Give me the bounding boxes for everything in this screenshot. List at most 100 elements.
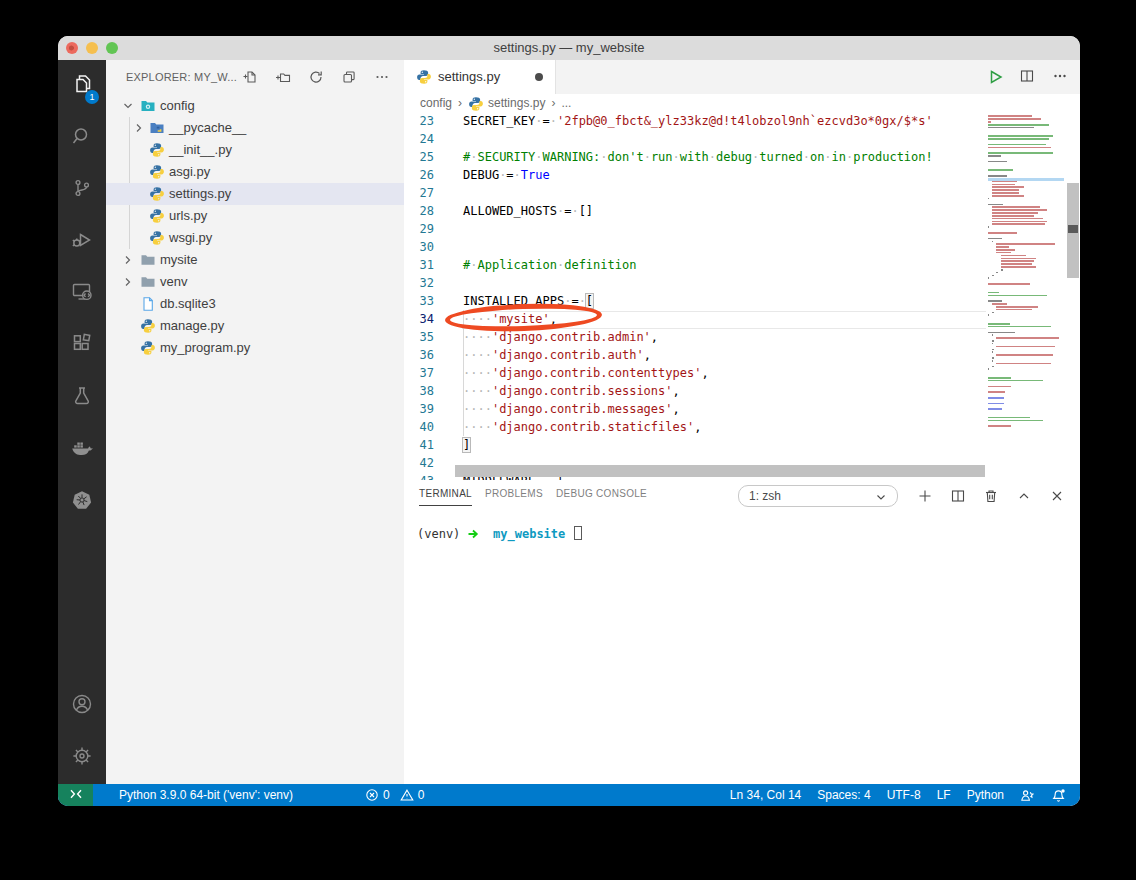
tree-item-settings-py[interactable]: settings.py <box>106 183 404 205</box>
code-line-28: 28ALLOWED_HOSTS·=·[] <box>404 202 1080 220</box>
breadcrumb-item[interactable]: settings.py <box>488 96 545 110</box>
tree-item-mysite[interactable]: mysite <box>106 249 404 271</box>
tab-settings-py[interactable]: settings.py <box>404 60 556 94</box>
error-icon <box>365 788 379 802</box>
activity-item-explorer[interactable]: 1 <box>58 60 106 112</box>
python-icon <box>149 230 165 246</box>
chevron-right-icon <box>120 252 136 268</box>
tree-item-label: config <box>160 98 195 114</box>
breadcrumb-item[interactable]: config <box>420 96 452 110</box>
status-eol[interactable]: LF <box>937 788 951 802</box>
python-file-icon <box>416 69 432 85</box>
activity-bar: 1 <box>58 60 106 784</box>
activity-item-kubernetes[interactable] <box>58 476 106 528</box>
kubernetes-icon <box>70 488 94 516</box>
split-terminal-button[interactable] <box>950 488 966 504</box>
line-number: 27 <box>404 184 434 202</box>
collapse-editors-icon[interactable] <box>341 69 357 85</box>
terminal-select-value: 1: zsh <box>749 489 781 503</box>
code-line-31: 31 #·Application·definition <box>404 256 1080 274</box>
code-line-32: 32 <box>404 274 1080 292</box>
line-text: ALLOWED_HOSTS·=·[] <box>463 202 593 220</box>
code-line-40: 40····'django.contrib.staticfiles', <box>404 418 1080 436</box>
activity-item-settings[interactable] <box>58 732 106 784</box>
line-number: 41 <box>404 436 434 454</box>
python-icon <box>140 340 156 356</box>
more-icon[interactable] <box>374 69 390 85</box>
terminal-select[interactable]: 1: zsh <box>738 485 898 507</box>
tree-item-my-program-py[interactable]: my_program.py <box>106 337 404 359</box>
status-encoding[interactable]: UTF-8 <box>887 788 921 802</box>
status-language-mode[interactable]: Python <box>967 788 1004 802</box>
split-editor-button[interactable] <box>1019 68 1037 86</box>
vertical-scrollbar <box>1066 60 1080 484</box>
maximize-panel-button[interactable] <box>1016 488 1032 504</box>
modified-dot-icon[interactable] <box>535 73 543 81</box>
panel-tab-debug-console[interactable]: DEBUG CONSOLE <box>556 488 647 506</box>
python-icon <box>149 164 165 180</box>
tree-item-label: settings.py <box>169 186 231 202</box>
activity-item-run-debug[interactable] <box>58 216 106 268</box>
line-number: 26 <box>404 166 434 184</box>
panel-tab-terminal[interactable]: TERMINAL <box>419 488 472 506</box>
new-file-icon[interactable] <box>242 69 258 85</box>
explorer-sidebar: EXPLORER: MY_W... config__pycache____ini… <box>106 60 404 784</box>
line-text: #·Application·definition <box>463 256 636 274</box>
python-file-icon <box>468 96 482 110</box>
code-line-29: 29 <box>404 220 1080 238</box>
status-cursor-position[interactable]: Ln 34, Col 14 <box>730 788 801 802</box>
close-panel-button[interactable] <box>1049 488 1065 504</box>
activity-item-search[interactable] <box>58 112 106 164</box>
chevron-down-icon <box>120 98 136 114</box>
python-interpreter[interactable]: Python 3.9.0 64-bit ('venv': venv) <box>119 784 293 806</box>
new-terminal-button[interactable] <box>917 488 933 504</box>
run-button[interactable] <box>986 68 1004 86</box>
line-number: 38 <box>404 382 434 400</box>
code-line-37: 37····'django.contrib.contenttypes', <box>404 364 1080 382</box>
tree-item-venv[interactable]: venv <box>106 271 404 293</box>
activity-item-remote-explorer[interactable] <box>58 268 106 320</box>
minimap[interactable] <box>988 115 1064 485</box>
problems-status[interactable]: 00 <box>365 784 424 806</box>
tree-item-manage-py[interactable]: manage.py <box>106 315 404 337</box>
code-editor[interactable]: 23SECRET_KEY·=·'2fpb@0_fbct&_ylz33kz@d!t… <box>404 112 1080 480</box>
activity-item-testing[interactable] <box>58 372 106 424</box>
status-indentation[interactable]: Spaces: 4 <box>817 788 870 802</box>
tree-item-urls-py[interactable]: urls.py <box>106 205 404 227</box>
docker-icon <box>70 436 94 464</box>
tree-item-asgi-py[interactable]: asgi.py <box>106 161 404 183</box>
kill-terminal-button[interactable] <box>983 488 999 504</box>
feedback-icon[interactable] <box>1020 788 1035 803</box>
activity-item-source-control[interactable] <box>58 164 106 216</box>
minimap-current-line <box>988 178 1064 181</box>
panel-tab-problems[interactable]: PROBLEMS <box>485 488 543 506</box>
terminal-prompt[interactable]: (venv) my_website <box>417 526 582 558</box>
terminal-panel: TERMINAL PROBLEMS DEBUG CONSOLE 1: zsh (ve… <box>404 480 1080 784</box>
remote-indicator[interactable] <box>58 784 93 806</box>
remote-explorer-icon <box>70 280 94 308</box>
zoom-button[interactable] <box>106 42 118 54</box>
breadcrumb-item[interactable]: ... <box>561 96 571 110</box>
refresh-icon[interactable] <box>308 69 324 85</box>
tree-item--init-py[interactable]: __init__.py <box>106 139 404 161</box>
bell-icon[interactable] <box>1051 788 1066 803</box>
activity-item-docker[interactable] <box>58 424 106 476</box>
minimize-button[interactable] <box>86 42 98 54</box>
remote-icon <box>68 786 84 805</box>
activity-item-extensions[interactable] <box>58 320 106 372</box>
tree-item-wsgi-py[interactable]: wsgi.py <box>106 227 404 249</box>
horizontal-scrollbar-thumb[interactable] <box>455 465 985 477</box>
tab-bar: settings.py <box>404 60 1080 94</box>
tree-item--pycache-[interactable]: __pycache__ <box>106 117 404 139</box>
account-icon <box>70 692 94 720</box>
editor-area: settings.py config›settings.py›... 23SEC… <box>404 60 1080 784</box>
line-text: ····'django.contrib.staticfiles', <box>463 418 701 436</box>
folder-icon <box>140 274 156 290</box>
close-button[interactable] <box>66 42 78 54</box>
line-number: 31 <box>404 256 434 274</box>
tree-item-db-sqlite3[interactable]: db.sqlite3 <box>106 293 404 315</box>
new-folder-icon[interactable] <box>275 69 291 85</box>
activity-item-account[interactable] <box>58 680 106 732</box>
window-title: settings.py — my_website <box>58 36 1080 60</box>
tree-item-config[interactable]: config <box>106 95 404 117</box>
